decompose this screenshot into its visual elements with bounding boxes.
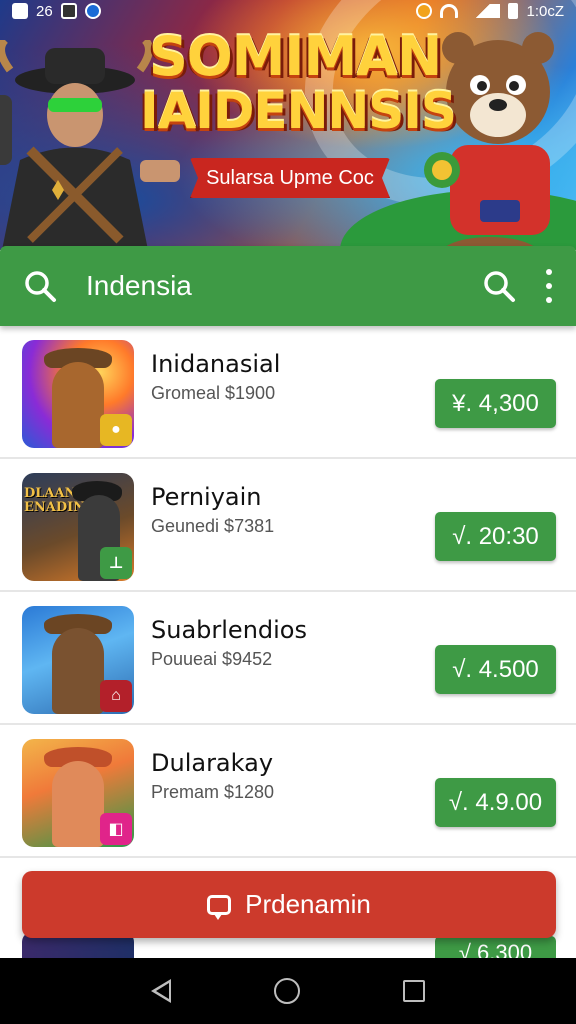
game-title-line1: SOMIMAN [148, 25, 442, 88]
game-list: ● Inidanasial Gromeal $1900 ¥. 4,300 DLA… [0, 326, 576, 966]
battery-icon [508, 3, 519, 19]
search-action-icon[interactable] [482, 269, 516, 303]
game-thumbnail: DLAAND ENADIN ⊥ [22, 473, 134, 581]
recent-apps-icon[interactable] [402, 980, 425, 1002]
primary-action-label: Prdenamin [245, 889, 371, 919]
list-item[interactable]: ◧ Dularakay Premam $1280 √. 4.9.00 [0, 725, 576, 858]
home-icon[interactable] [273, 978, 300, 1004]
game-title-line2: IAIDENNSIS [140, 82, 457, 140]
back-icon[interactable] [151, 979, 172, 1003]
status-left-text: 26 [36, 2, 53, 20]
bar-icon: ⊥ [100, 547, 132, 579]
game-thumbnail: ⌂ [22, 606, 134, 714]
price-button[interactable]: √. 4.500 [435, 645, 556, 694]
item-subtitle: Gromeal $1900 [151, 383, 276, 403]
house-icon: ⌂ [100, 680, 132, 712]
signal-icon [466, 4, 501, 18]
app-notification-icon [60, 3, 77, 19]
list-item[interactable]: DLAAND ENADIN ⊥ Perniyain Geunedi $7381 … [0, 459, 576, 592]
chat-icon [207, 894, 232, 920]
status-left: 26 [12, 3, 101, 20]
tag-icon: ◧ [100, 813, 132, 845]
more-dot [546, 297, 552, 303]
hero-banner[interactable]: 26 1:0cZ SOMIMAN IAIDENNSIS Sularsa Upme… [0, 0, 576, 250]
game-title-logo: SOMIMAN IAIDENNSIS [140, 30, 457, 140]
status-right: 1:0cZ [416, 3, 564, 20]
more-dot [546, 283, 552, 289]
app-bar-title: Indensia [86, 270, 192, 301]
price-button[interactable]: ¥. 4,300 [435, 379, 556, 428]
banner-ribbon: Sularsa Upme Coc [190, 158, 390, 198]
system-nav-bar [0, 958, 576, 1024]
location-icon [84, 3, 101, 19]
item-name: Inidanasial [151, 350, 281, 378]
partial-price-button[interactable]: √ 6.300 [435, 936, 556, 960]
more-dot [546, 269, 552, 275]
notification-icon [12, 3, 28, 19]
item-name: Dularakay [151, 749, 274, 777]
game-thumbnail: ● [22, 340, 134, 448]
wifi-icon [440, 4, 459, 18]
thumbnail-figure [52, 362, 104, 448]
price-button[interactable]: √. 4.9.00 [435, 778, 556, 827]
search-icon[interactable] [22, 268, 58, 304]
list-item[interactable]: ● Inidanasial Gromeal $1900 ¥. 4,300 [0, 326, 576, 459]
app-bar: Indensia [0, 246, 576, 326]
item-name: Perniyain [151, 483, 262, 511]
status-bar: 26 1:0cZ [0, 0, 576, 22]
item-subtitle: Pouueai $9452 [151, 649, 273, 669]
list-item[interactable]: ⌂ Suabrlendios Pouueai $9452 √. 4.500 [0, 592, 576, 725]
coin-icon: ● [100, 414, 132, 446]
item-subtitle: Premam $1280 [151, 782, 275, 802]
settings-status-icon [416, 3, 433, 19]
item-subtitle: Geunedi $7381 [151, 516, 275, 536]
banner-ribbon-text: Sularsa Upme Coc [206, 167, 374, 189]
thumbnail-figure [52, 761, 104, 847]
primary-action-button[interactable]: Prdenamin [22, 871, 556, 938]
game-thumbnail: ◧ [22, 739, 134, 847]
item-name: Suabrlendios [151, 616, 307, 644]
thumbnail-figure [52, 628, 104, 714]
price-button[interactable]: √. 20:30 [435, 512, 556, 561]
status-time: 1:0cZ [526, 2, 564, 20]
more-options-icon[interactable] [544, 269, 554, 303]
